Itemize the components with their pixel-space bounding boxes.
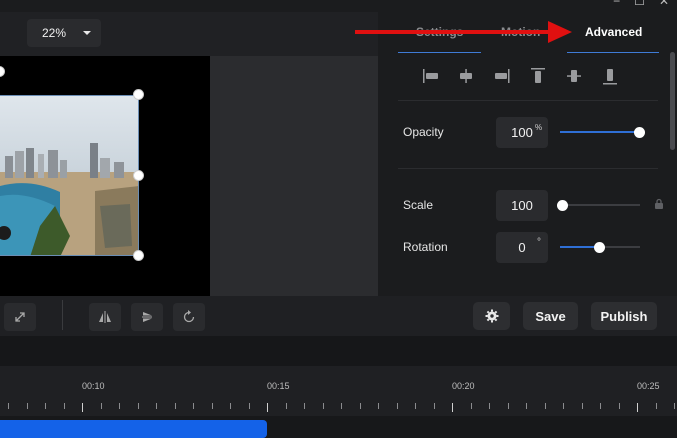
- timeline-header: [0, 336, 677, 366]
- zoom-dropdown[interactable]: 22%: [27, 19, 101, 47]
- timeline-ruler[interactable]: [0, 366, 677, 416]
- ruler-tick: [322, 403, 324, 409]
- maximize-button[interactable]: ☐: [634, 0, 645, 8]
- ruler-tick: [341, 403, 342, 409]
- divider: [62, 300, 63, 330]
- ruler-tick: [304, 403, 305, 409]
- ruler-tick: [63, 403, 65, 409]
- ruler-tick: [526, 403, 527, 409]
- window-controls: − ☐ ✕: [613, 0, 669, 8]
- ruler-tick: [285, 403, 287, 409]
- ruler-tick: [563, 403, 564, 409]
- ruler-tick: [544, 403, 546, 409]
- ruler-tick: [470, 403, 472, 409]
- ruler-tick: [396, 403, 398, 409]
- close-button[interactable]: ✕: [659, 0, 669, 8]
- timeline-clip[interactable]: [0, 420, 267, 438]
- annotation-arrow-head: [548, 21, 572, 43]
- scale-slider-knob[interactable]: [557, 200, 568, 211]
- align-middle-vertical-icon[interactable]: [564, 66, 584, 86]
- minimize-button[interactable]: −: [613, 0, 620, 8]
- divider: [398, 168, 658, 169]
- rotation-unit: °: [537, 237, 541, 248]
- save-button[interactable]: Save: [523, 302, 578, 330]
- align-right-icon[interactable]: [492, 66, 512, 86]
- ruler-tick: [378, 403, 379, 409]
- opacity-slider-fill: [560, 131, 639, 133]
- ruler-tick: [359, 403, 361, 409]
- alignment-toolbar: [420, 66, 620, 86]
- resize-handle-top-right[interactable]: [133, 89, 144, 100]
- opacity-slider-knob[interactable]: [634, 127, 645, 138]
- scale-input[interactable]: 100: [496, 190, 548, 221]
- ruler-tick: [600, 403, 601, 409]
- ruler-tick: [489, 403, 490, 409]
- ruler-tick: [655, 403, 657, 409]
- ruler-tick: [8, 403, 9, 409]
- ruler-tick: [248, 403, 250, 409]
- ruler-tick: [174, 403, 176, 409]
- ruler-tick: [618, 403, 620, 409]
- flip-horizontal-icon[interactable]: [89, 303, 121, 331]
- ruler-tick: [581, 403, 583, 409]
- gear-icon: [485, 309, 498, 323]
- ruler-tick: [82, 403, 83, 412]
- rotation-slider-knob[interactable]: [594, 242, 605, 253]
- settings-button[interactable]: [473, 302, 510, 330]
- ruler-tick: [193, 403, 194, 409]
- align-bottom-icon[interactable]: [600, 66, 620, 86]
- scale-label: Scale: [403, 198, 434, 212]
- fullscreen-icon[interactable]: [4, 303, 36, 331]
- ruler-tick: [230, 403, 231, 409]
- ruler-tick: [433, 403, 435, 409]
- scale-slider-track[interactable]: [560, 204, 640, 206]
- ruler-tick: [119, 403, 120, 409]
- opacity-label: Opacity: [403, 125, 444, 139]
- lock-icon[interactable]: [653, 197, 665, 215]
- chevron-down-icon: [83, 31, 91, 35]
- rotate-icon[interactable]: [173, 303, 205, 331]
- divider: [398, 100, 658, 101]
- annotation-arrow: [355, 30, 555, 34]
- ruler-tick: [674, 403, 675, 409]
- ruler-tick: [137, 403, 139, 409]
- opacity-value: 100: [511, 125, 533, 140]
- align-top-icon[interactable]: [528, 66, 548, 86]
- tick-label: 00:20: [452, 381, 475, 391]
- publish-button[interactable]: Publish: [591, 302, 657, 330]
- ruler-tick: [100, 403, 102, 409]
- ruler-tick: [415, 403, 416, 409]
- tab-underline-advanced: [567, 52, 659, 53]
- ruler-tick: [507, 403, 509, 409]
- tick-label: 00:25: [637, 381, 660, 391]
- tick-label: 00:10: [82, 381, 105, 391]
- opacity-input[interactable]: 100: [496, 117, 548, 148]
- ruler-tick: [45, 403, 46, 409]
- media-clip-thumbnail[interactable]: [0, 95, 139, 256]
- ruler-tick: [26, 403, 28, 409]
- align-left-icon[interactable]: [420, 66, 440, 86]
- resize-handle-right[interactable]: [133, 170, 144, 181]
- flip-vertical-icon[interactable]: [131, 303, 163, 331]
- panel-scrollbar[interactable]: [670, 52, 675, 150]
- ruler-tick: [211, 403, 213, 409]
- window-title-bar: [0, 0, 677, 12]
- opacity-unit: %: [535, 123, 543, 132]
- rotation-label: Rotation: [403, 240, 448, 254]
- align-center-horizontal-icon[interactable]: [456, 66, 476, 86]
- scale-value: 100: [511, 198, 533, 213]
- rotation-value: 0: [518, 240, 526, 255]
- ruler-tick: [452, 403, 453, 412]
- tab-advanced[interactable]: Advanced: [585, 25, 642, 39]
- resize-handle-bottom-right[interactable]: [133, 250, 144, 261]
- tab-underline-settings: [398, 52, 481, 53]
- ruler-tick: [267, 403, 268, 412]
- ruler-tick: [637, 403, 638, 412]
- ruler-tick: [156, 403, 157, 409]
- zoom-value: 22%: [42, 26, 67, 40]
- tick-label: 00:15: [267, 381, 290, 391]
